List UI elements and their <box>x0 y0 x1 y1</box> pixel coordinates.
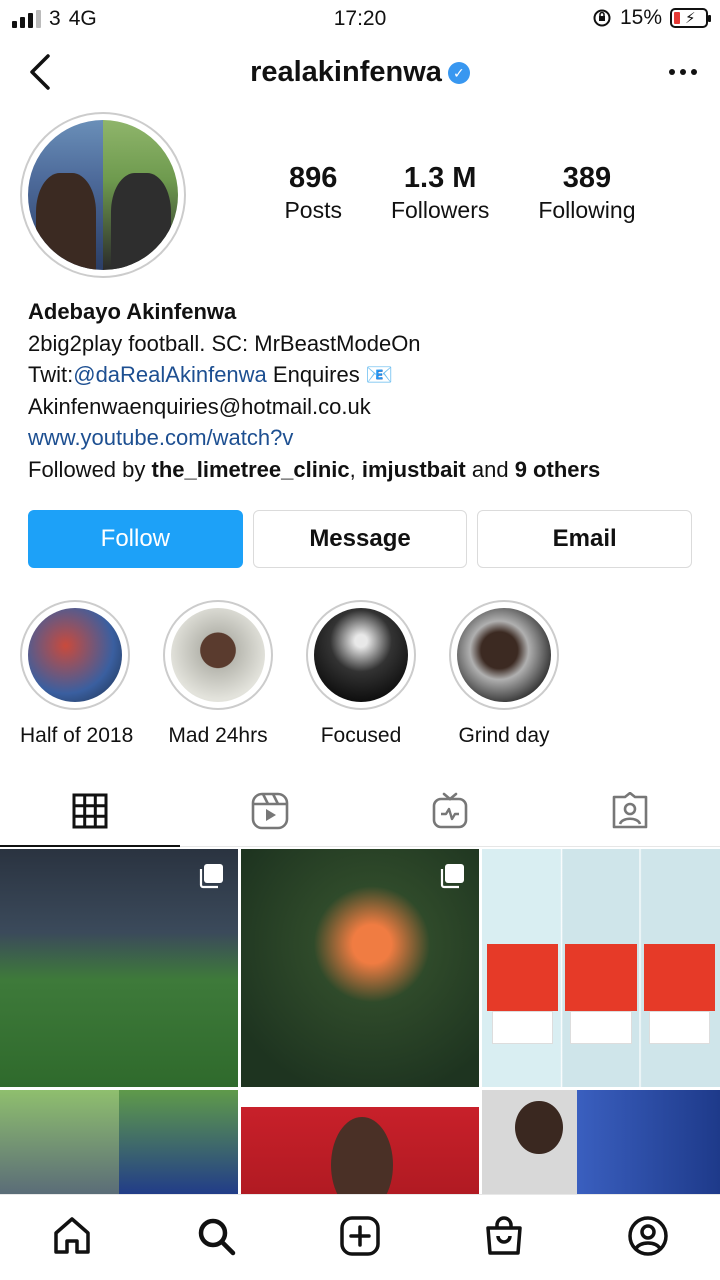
bio-email: Akinfenwaenquiries@hotmail.co.uk <box>28 393 371 419</box>
tab-igtv[interactable] <box>360 775 540 846</box>
orientation-lock-icon <box>593 9 611 27</box>
highlight-half-of-2018[interactable]: Half of 2018 <box>20 600 134 748</box>
stat-following-value: 389 <box>562 162 612 194</box>
post-thumbnail-6[interactable] <box>482 1090 720 1194</box>
status-bar: 3 4G 17:20 15% ⚡ <box>0 0 720 36</box>
followed-by-sep: , <box>349 456 362 482</box>
verified-badge-icon: ✓ <box>447 62 470 84</box>
profile-bio: Adebayo Akinfenwa 2big2play football. SC… <box>28 296 698 485</box>
nav-search[interactable] <box>186 1206 246 1266</box>
website-link[interactable]: www.youtube.com/watch?v <box>28 422 698 454</box>
username-title: realakinfenwa ✓ <box>0 56 720 89</box>
profile-header: realakinfenwa ✓ <box>0 40 720 104</box>
story-highlights: Half of 2018 Mad 24hrs Focused Grind day <box>20 600 559 748</box>
stat-followers[interactable]: 1.3 M Followers <box>391 162 489 224</box>
profile-icon <box>628 1215 668 1256</box>
highlight-label: Grind day <box>458 724 550 747</box>
highlight-cover <box>314 608 408 702</box>
posts-grid <box>0 849 720 1194</box>
home-icon <box>54 1216 90 1254</box>
bottom-navigation <box>0 1194 720 1280</box>
profile-actions: Follow Message Email <box>28 510 693 568</box>
highlight-label: Mad 24hrs <box>168 724 268 747</box>
followed-by-prefix: Followed by <box>28 456 152 482</box>
reels-icon <box>251 792 289 829</box>
stat-posts[interactable]: 896 Posts <box>284 162 342 224</box>
followed-by[interactable]: Followed by the_limetree_clinic, imjustb… <box>28 454 698 486</box>
followed-by-user-2: imjustbait <box>361 456 466 482</box>
nav-create[interactable] <box>330 1206 390 1266</box>
highlight-focused[interactable]: Focused <box>306 600 416 748</box>
bio-line-2: Twit:@daRealAkinfenwa Enquires 📧 <box>28 359 698 391</box>
tagged-icon <box>612 791 648 828</box>
multiple-photos-icon <box>199 864 223 889</box>
more-options-button[interactable] <box>668 58 698 88</box>
post-thumbnail-3[interactable] <box>482 849 720 1087</box>
message-button[interactable]: Message <box>252 510 468 568</box>
bio-enquires: Enquires 📧 <box>266 362 394 387</box>
highlight-grind-day[interactable]: Grind day <box>449 600 559 748</box>
highlight-cover <box>457 608 551 702</box>
tab-posts-grid[interactable] <box>0 775 180 847</box>
post-thumbnail-1[interactable] <box>0 849 238 1087</box>
stat-following-label: Following <box>538 197 636 223</box>
highlight-label: Half of 2018 <box>20 724 134 747</box>
stat-followers-label: Followers <box>390 197 490 223</box>
shop-icon <box>486 1215 522 1255</box>
profile-avatar[interactable] <box>20 112 186 278</box>
bio-line-1: 2big2play football. SC: MrBeastModeOn <box>28 330 421 356</box>
tab-reels[interactable] <box>180 775 360 846</box>
post-thumbnail-4[interactable] <box>0 1090 238 1194</box>
tab-tagged[interactable] <box>540 775 720 846</box>
post-thumbnail-5[interactable] <box>241 1090 479 1194</box>
username: realakinfenwa <box>250 56 442 88</box>
profile-tabs <box>0 775 720 847</box>
bio-twit-prefix: Twit: <box>28 362 74 387</box>
nav-home[interactable] <box>42 1206 102 1266</box>
follow-button[interactable]: Follow <box>28 510 243 568</box>
highlight-mad-24hrs[interactable]: Mad 24hrs <box>163 600 273 748</box>
search-icon <box>198 1218 236 1255</box>
more-icon <box>669 69 697 75</box>
grid-icon <box>72 793 108 828</box>
battery-icon: ⚡ <box>670 8 711 28</box>
nav-shop[interactable] <box>474 1206 534 1266</box>
stat-posts-value: 896 <box>289 162 338 194</box>
highlight-cover <box>28 608 122 702</box>
highlight-cover <box>171 608 265 702</box>
followed-by-others: 9 others <box>514 456 601 482</box>
display-name: Adebayo Akinfenwa <box>28 299 237 324</box>
stat-posts-label: Posts <box>284 197 342 223</box>
followed-by-and: and <box>465 456 515 482</box>
twitter-handle-link[interactable]: @daRealAkinfenwa <box>73 362 267 387</box>
stat-followers-value: 1.3 M <box>403 162 477 194</box>
post-thumbnail-2[interactable] <box>241 849 479 1087</box>
profile-stats: 896 Posts 1.3 M Followers 389 Following <box>260 162 660 224</box>
status-right: 15% ⚡ <box>592 6 711 30</box>
email-button[interactable]: Email <box>477 510 693 568</box>
stat-following[interactable]: 389 Following <box>538 162 635 224</box>
multiple-photos-icon <box>440 864 464 889</box>
followed-by-user-1: the_limetree_clinic <box>151 456 350 482</box>
avatar-image <box>28 120 178 270</box>
igtv-icon <box>432 792 468 828</box>
highlight-label: Focused <box>320 724 402 747</box>
battery-percent: 15% <box>619 6 662 29</box>
nav-profile[interactable] <box>618 1206 678 1266</box>
create-icon <box>340 1215 380 1256</box>
